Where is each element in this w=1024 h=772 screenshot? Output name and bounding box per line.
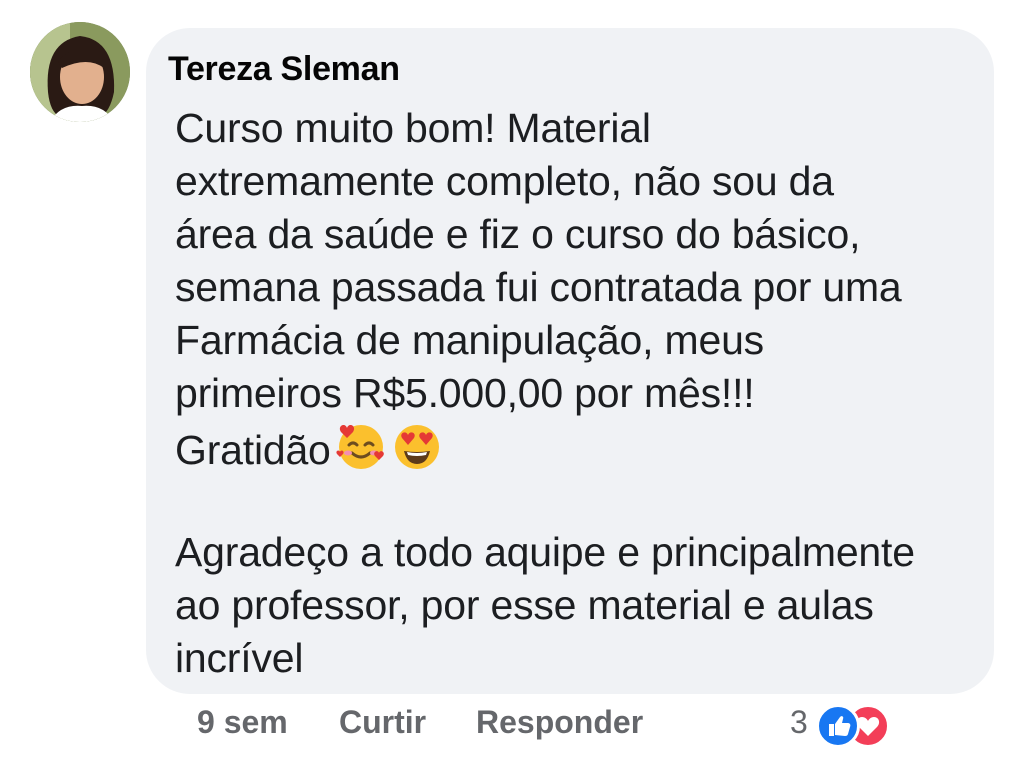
- comment-line: área da saúde e fiz o curso do básico,: [175, 211, 861, 257]
- comment-timestamp[interactable]: 9 sem: [197, 704, 288, 741]
- comment-line: semana passada fui contratada por uma: [175, 264, 902, 310]
- comment-line-with-emoji: Gratidão: [175, 420, 985, 473]
- comment-line: ao professor, por esse material e aulas: [175, 582, 874, 628]
- comment-line: Agradeço a todo aquipe e principalmente: [175, 529, 915, 575]
- comment-author[interactable]: Tereza Sleman: [168, 50, 400, 89]
- comment-line: extremamente completo, não sou da: [175, 158, 834, 204]
- comment-text: Curso muito bom! Material extremamente c…: [175, 102, 985, 685]
- comment-line: Gratidão: [175, 427, 331, 473]
- reply-button[interactable]: Responder: [476, 704, 643, 741]
- comment-line: primeiros R$5.000,00 por mês!!!: [175, 370, 755, 416]
- comment-actions: 9 sem Curtir Responder 3: [0, 700, 1024, 750]
- heart-eyes-face-icon: [391, 420, 443, 485]
- avatar-photo: [30, 22, 130, 122]
- reaction-count: 3: [790, 704, 808, 740]
- smiling-face-with-hearts-icon: [335, 420, 387, 485]
- comment-line: Farmácia de manipulação, meus: [175, 317, 764, 363]
- like-icon: [816, 704, 860, 748]
- author-avatar[interactable]: [30, 22, 130, 122]
- like-button[interactable]: Curtir: [339, 704, 426, 741]
- comment-line: Curso muito bom! Material: [175, 105, 651, 151]
- comment-line: incrível: [175, 635, 304, 681]
